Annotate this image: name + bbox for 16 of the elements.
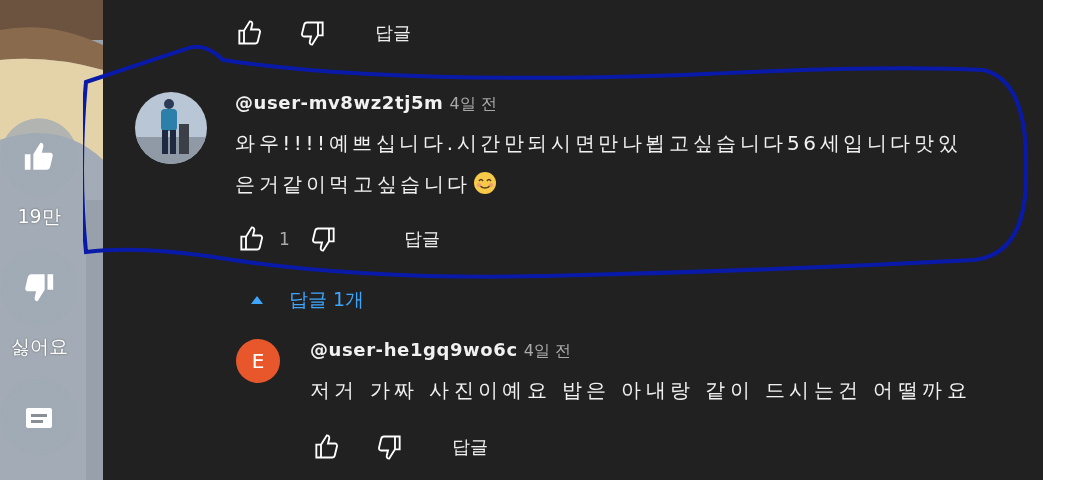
reply-button[interactable]: 답글 — [430, 435, 488, 459]
action-count: 싫어요 — [10, 334, 68, 359]
reply-button[interactable]: 답글 — [353, 21, 411, 45]
comment-author[interactable]: @user-mv8wz2tj5m — [235, 92, 444, 113]
comment-author[interactable]: @user-he1gq9wo6c — [310, 339, 518, 360]
comment-text: 저거 가짜 사진이예요 밥은 아내랑 같이 드시는건 어떨까요 — [310, 377, 971, 404]
caret-icon — [251, 296, 263, 304]
comment-icon — [24, 406, 54, 428]
reply-button[interactable]: 답글 — [363, 227, 440, 251]
comment-time: 4일 전 — [523, 341, 571, 362]
user-avatar: E — [236, 339, 280, 383]
action-count: 19만 — [17, 204, 61, 229]
replies-toggle[interactable]: 답글 1개 — [251, 287, 365, 313]
comment-text: 와우!!!!예쁘십니다.시간만되시면만나뵙고싶습니다56세입니다맛있은거같이먹고싶습니다 — [235, 130, 963, 198]
like-count: 1 — [279, 229, 290, 249]
comment-time: 4일 전 — [449, 94, 497, 115]
